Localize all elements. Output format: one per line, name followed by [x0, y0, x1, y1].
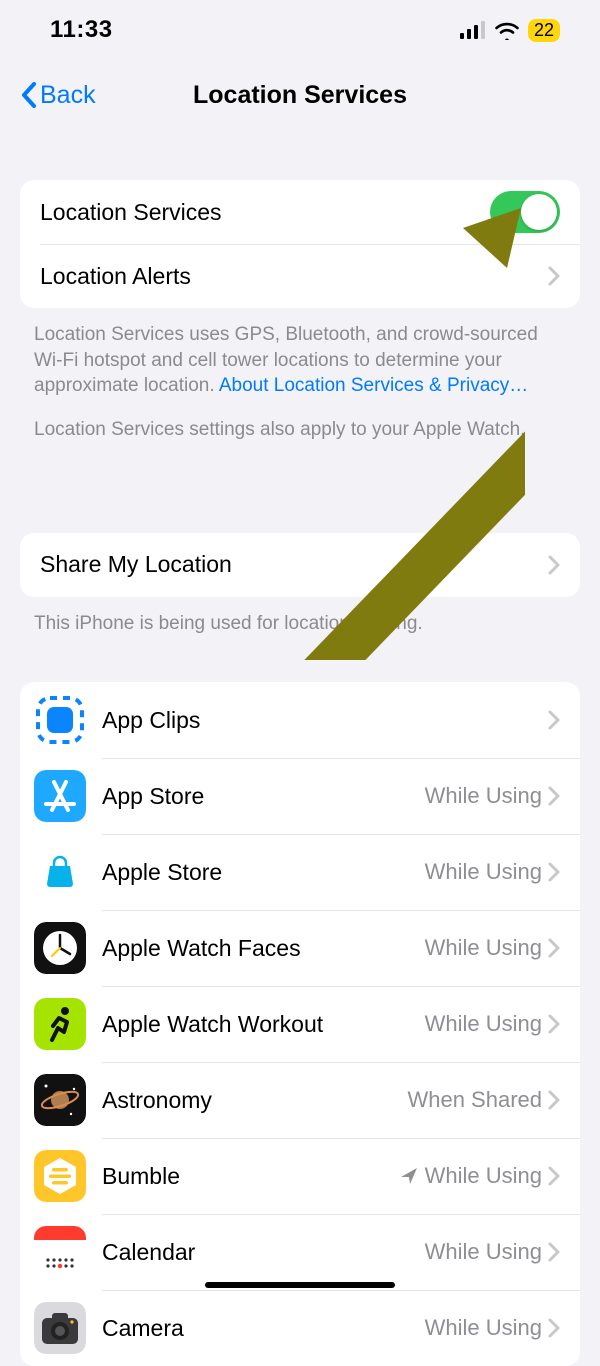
app-status: While Using [425, 859, 542, 885]
nav-header: Back Location Services [0, 60, 600, 130]
app-row-watchfaces[interactable]: Apple Watch FacesWhile Using [20, 910, 580, 986]
location-alerts-label: Location Alerts [40, 263, 548, 290]
app-name: App Clips [102, 707, 548, 734]
location-indicator-icon [399, 1166, 419, 1186]
home-indicator[interactable] [205, 1282, 395, 1288]
battery-indicator: 22 [528, 19, 560, 42]
wifi-icon [494, 20, 520, 40]
location-services-description: Location Services uses GPS, Bluetooth, a… [0, 308, 600, 399]
location-alerts-row[interactable]: Location Alerts [20, 244, 580, 308]
app-name: Bumble [102, 1163, 399, 1190]
app-name: Apple Store [102, 859, 425, 886]
chevron-right-icon [548, 938, 560, 958]
app-name: Camera [102, 1315, 425, 1342]
back-label: Back [40, 81, 96, 110]
applestore-icon [34, 846, 86, 898]
chevron-right-icon [548, 786, 560, 806]
chevron-right-icon [548, 710, 560, 730]
status-right: 22 [460, 19, 560, 42]
chevron-right-icon [548, 1166, 560, 1186]
app-status: While Using [425, 1239, 542, 1265]
appstore-icon [34, 770, 86, 822]
app-name: App Store [102, 783, 425, 810]
app-row-appstore[interactable]: App StoreWhile Using [20, 758, 580, 834]
app-name: Apple Watch Faces [102, 935, 425, 962]
chevron-right-icon [548, 555, 560, 575]
bumble-icon [34, 1150, 86, 1202]
chevron-right-icon [548, 1242, 560, 1262]
location-main-group: Location Services Location Alerts [20, 180, 580, 308]
chevron-right-icon [548, 266, 560, 286]
status-bar: 11:33 22 [0, 0, 600, 60]
share-my-location-label: Share My Location [40, 551, 548, 578]
app-row-calendar[interactable]: CalendarWhile Using [20, 1214, 580, 1290]
app-status: While Using [425, 935, 542, 961]
toggle-knob [521, 194, 557, 230]
camera-icon [34, 1302, 86, 1354]
app-list: App Clips App StoreWhile Using Apple Sto… [20, 682, 580, 1366]
app-row-astronomy[interactable]: AstronomyWhen Shared [20, 1062, 580, 1138]
app-row-camera[interactable]: CameraWhile Using [20, 1290, 580, 1366]
share-location-group: Share My Location [20, 533, 580, 597]
app-status: While Using [425, 783, 542, 809]
app-name: Apple Watch Workout [102, 1011, 425, 1038]
workout-icon [34, 998, 86, 1050]
privacy-link[interactable]: About Location Services & Privacy… [219, 375, 528, 396]
app-name: Astronomy [102, 1087, 407, 1114]
astronomy-icon [34, 1074, 86, 1126]
app-status: While Using [425, 1163, 542, 1189]
location-services-toggle[interactable] [490, 191, 560, 233]
chevron-right-icon [548, 1318, 560, 1338]
chevron-left-icon [20, 81, 38, 109]
apple-watch-note: Location Services settings also apply to… [0, 399, 600, 443]
chevron-right-icon [548, 1014, 560, 1034]
app-row-bumble[interactable]: Bumble While Using [20, 1138, 580, 1214]
chevron-right-icon [548, 1090, 560, 1110]
app-status: While Using [425, 1315, 542, 1341]
location-services-row[interactable]: Location Services [20, 180, 580, 244]
watchfaces-icon [34, 922, 86, 974]
app-status: While Using [425, 1011, 542, 1037]
back-button[interactable]: Back [20, 81, 96, 110]
chevron-right-icon [548, 862, 560, 882]
app-status: When Shared [407, 1087, 542, 1113]
cellular-icon [460, 21, 486, 39]
share-location-note: This iPhone is being used for location s… [0, 597, 600, 637]
app-row-appclips[interactable]: App Clips [20, 682, 580, 758]
status-time: 11:33 [50, 16, 113, 44]
app-row-applestore[interactable]: Apple StoreWhile Using [20, 834, 580, 910]
calendar-icon [34, 1226, 86, 1278]
location-services-label: Location Services [40, 199, 490, 226]
share-my-location-row[interactable]: Share My Location [20, 533, 580, 597]
battery-level: 22 [534, 20, 554, 41]
appclips-icon [34, 694, 86, 746]
app-row-workout[interactable]: Apple Watch WorkoutWhile Using [20, 986, 580, 1062]
app-name: Calendar [102, 1239, 425, 1266]
